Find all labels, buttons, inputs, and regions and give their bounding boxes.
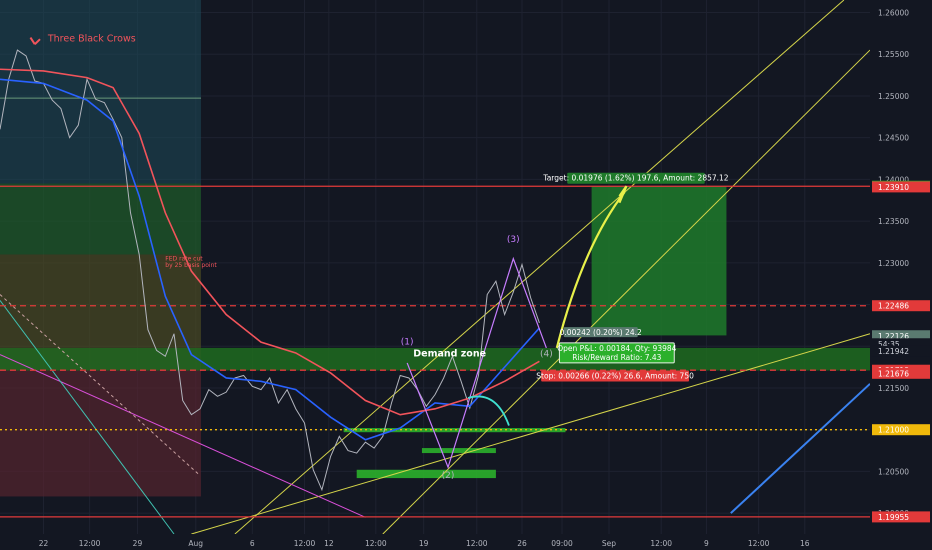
y-tick-label: 1.23000	[878, 259, 909, 268]
price-tag-label: 1.19955	[878, 513, 909, 522]
x-tick-label: 12:00	[79, 539, 101, 548]
x-tick-label: Sep	[602, 539, 616, 548]
x-tick-label: 12	[324, 539, 334, 548]
price-tag-label: 1.21676	[878, 369, 909, 378]
x-tick-label: 12:00	[365, 539, 387, 548]
open-pl-box-text: Risk/Reward Ratio: 7.43	[572, 353, 661, 362]
y-axis[interactable]: 1.260001.255001.250001.245001.240001.235…	[870, 0, 932, 550]
annotation-label: (3)	[507, 235, 520, 245]
short-target-zone	[0, 0, 201, 184]
y-tick-label: 1.20500	[878, 467, 909, 476]
support-bar-3	[356, 469, 496, 479]
price-tag-label: 1.21942	[878, 347, 909, 356]
price-tag-label: 1.21000	[878, 426, 909, 435]
price-tag-label: 1.22486	[878, 302, 909, 311]
x-tick-label: 12:00	[650, 539, 672, 548]
annotation-label: Three Black Crows	[47, 34, 136, 45]
x-tick-label: 12:00	[466, 539, 488, 548]
annotation-label: (2)	[442, 471, 455, 481]
y-tick-label: 1.23500	[878, 217, 909, 226]
annotation-label: (4)	[540, 349, 553, 359]
x-tick-label: 12:00	[294, 539, 316, 548]
annotation-label: Demand zone	[413, 348, 486, 359]
annotation-label: (1)	[401, 338, 414, 348]
x-tick-label: 9	[704, 539, 709, 548]
y-tick-label: 1.26000	[878, 9, 909, 18]
entry-zone-green	[0, 183, 201, 255]
chart-root: Three Black Crows FED rate cut by 25 basis…	[0, 0, 932, 550]
x-tick-label: 12:00	[748, 539, 770, 548]
chart-svg[interactable]: Three Black CrowsFED rate cutby 25 basis…	[0, 0, 932, 550]
y-tick-label: 1.21500	[878, 384, 909, 393]
y-tick-label: 1.25000	[878, 92, 909, 101]
y-tick-label: 1.24500	[878, 134, 909, 143]
x-tick-label: 09:00	[551, 539, 573, 548]
x-tick-label: 16	[800, 539, 810, 548]
x-tick-label: 22	[39, 539, 49, 548]
x-tick-label: 6	[250, 539, 255, 548]
open-pl-box-text: Open P&L: 0.00184, Qty: 93984	[557, 344, 676, 353]
x-axis[interactable]: 22 12:00 29 Aug 6 12:00 12 12:00 19 12:00 26 09:00 S…	[0, 534, 932, 550]
x-tick-label: Aug	[188, 539, 203, 548]
target-box-text: Target: 0.01976 (1.62%) 197.6, Amount: 2…	[542, 174, 728, 183]
x-tick-label: 29	[133, 539, 143, 548]
level-band-line	[0, 97, 201, 99]
price-tag-label: 1.23910	[878, 183, 909, 192]
stop-box-text: Stop: 0.00266 (0.22%) 26.6, Amount: 750	[536, 371, 694, 380]
annotation-label: by 25 basis point	[165, 262, 217, 269]
y-tick-label: 1.25500	[878, 50, 909, 59]
support-bar-2	[421, 448, 496, 454]
x-tick-label: 19	[419, 539, 429, 548]
x-tick-label: 26	[517, 539, 527, 548]
pl-small-box-text: 0.00242 (0.20%) 24.2	[560, 328, 642, 337]
